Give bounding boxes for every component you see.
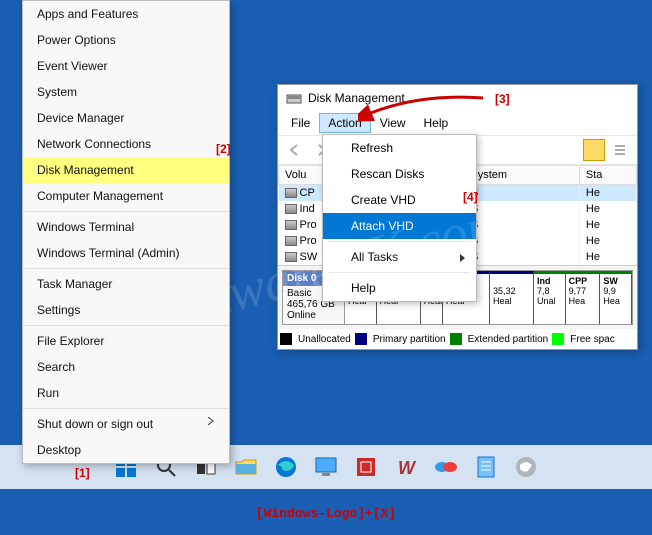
menu-system[interactable]: System: [23, 79, 229, 105]
menu-search[interactable]: Search: [23, 354, 229, 380]
red-square-icon: [355, 456, 377, 478]
app-w-button[interactable]: W: [393, 454, 419, 480]
action-attach-vhd[interactable]: Attach VHD: [323, 213, 476, 239]
window-title-text: Disk Management: [308, 91, 405, 105]
chevron-right-icon: [460, 254, 466, 262]
menu-windows-terminal-admin[interactable]: Windows Terminal (Admin): [23, 240, 229, 266]
col-status[interactable]: Sta: [579, 166, 636, 185]
winx-context-menu: Apps and Features Power Options Event Vi…: [22, 0, 230, 464]
partition[interactable]: 35,32Heal: [490, 271, 534, 324]
action-rescan-disks[interactable]: Rescan Disks: [323, 161, 476, 187]
back-button[interactable]: [284, 139, 306, 161]
menu-windows-terminal[interactable]: Windows Terminal: [23, 214, 229, 240]
partition[interactable]: Ind7,8Unal: [534, 271, 566, 324]
window-titlebar: Disk Management: [278, 85, 637, 111]
action-all-tasks[interactable]: All Tasks: [323, 244, 476, 270]
partition[interactable]: SW9,9Hea: [600, 271, 632, 324]
disk-management-icon: [286, 90, 302, 106]
menu-task-manager[interactable]: Task Manager: [23, 271, 229, 297]
legend-unallocated: Unallocated: [298, 334, 351, 345]
menu-disk-management[interactable]: Disk Management: [23, 157, 229, 183]
menu-network-connections[interactable]: Network Connections: [23, 131, 229, 157]
annotation-2: [2]: [216, 142, 231, 156]
app-monitor-button[interactable]: [313, 454, 339, 480]
menu-shut-down[interactable]: Shut down or sign out: [23, 411, 229, 437]
separator: [23, 325, 229, 326]
menu-desktop[interactable]: Desktop: [23, 437, 229, 463]
monitor-icon: [314, 456, 338, 478]
explorer-button[interactable]: [233, 454, 259, 480]
menu-action[interactable]: Action: [319, 113, 370, 133]
menubar: File Action View Help Refresh Rescan Dis…: [278, 111, 637, 135]
action-help[interactable]: Help: [323, 275, 476, 301]
keyboard-shortcut-label: [Windows-Logo]+[X]: [0, 506, 652, 521]
legend-free-icon: [552, 333, 564, 345]
partition[interactable]: CPP9,77Hea: [566, 271, 601, 324]
legend-primary: Primary partition: [373, 334, 446, 345]
chevron-right-icon: [207, 417, 215, 425]
menu-run[interactable]: Run: [23, 380, 229, 406]
pills-icon: [434, 457, 458, 477]
action-refresh[interactable]: Refresh: [323, 135, 476, 161]
app-red-button[interactable]: [353, 454, 379, 480]
notepad-icon: [476, 455, 496, 479]
separator: [329, 241, 470, 242]
menu-view[interactable]: View: [371, 113, 415, 133]
action-dropdown: Refresh Rescan Disks Create VHD Attach V…: [322, 134, 477, 302]
action-create-vhd[interactable]: Create VHD: [323, 187, 476, 213]
menu-event-viewer[interactable]: Event Viewer: [23, 53, 229, 79]
edge-button[interactable]: [273, 454, 299, 480]
menu-power-options[interactable]: Power Options: [23, 27, 229, 53]
menu-computer-management[interactable]: Computer Management: [23, 183, 229, 209]
annotation-4: [4]: [463, 190, 478, 204]
bird-icon: [514, 455, 538, 479]
w-icon: W: [395, 456, 417, 478]
app-notepad-button[interactable]: [473, 454, 499, 480]
separator: [329, 272, 470, 273]
legend-extended-icon: [450, 333, 462, 345]
separator: [23, 268, 229, 269]
legend-free: Free spac: [570, 334, 614, 345]
separator: [23, 211, 229, 212]
disk-management-window: Disk Management File Action View Help Re…: [277, 84, 638, 350]
list-button[interactable]: [609, 139, 631, 161]
annotation-1: [1]: [75, 466, 90, 480]
folder-button[interactable]: [583, 139, 605, 161]
legend-unallocated-icon: [280, 333, 292, 345]
svg-text:W: W: [398, 458, 417, 478]
folder-icon: [234, 456, 258, 478]
menu-settings[interactable]: Settings: [23, 297, 229, 323]
menu-file-explorer[interactable]: File Explorer: [23, 328, 229, 354]
annotation-3: [3]: [495, 92, 510, 106]
menu-help[interactable]: Help: [415, 113, 458, 133]
menu-file[interactable]: File: [282, 113, 319, 133]
legend-extended: Extended partition: [468, 334, 549, 345]
menu-apps-features[interactable]: Apps and Features: [23, 1, 229, 27]
menu-device-manager[interactable]: Device Manager: [23, 105, 229, 131]
legend-primary-icon: [355, 333, 367, 345]
app-thunderbird-button[interactable]: [513, 454, 539, 480]
app-pills-button[interactable]: [433, 454, 459, 480]
separator: [23, 408, 229, 409]
edge-icon: [274, 455, 298, 479]
legend: Unallocated Primary partition Extended p…: [278, 329, 637, 349]
